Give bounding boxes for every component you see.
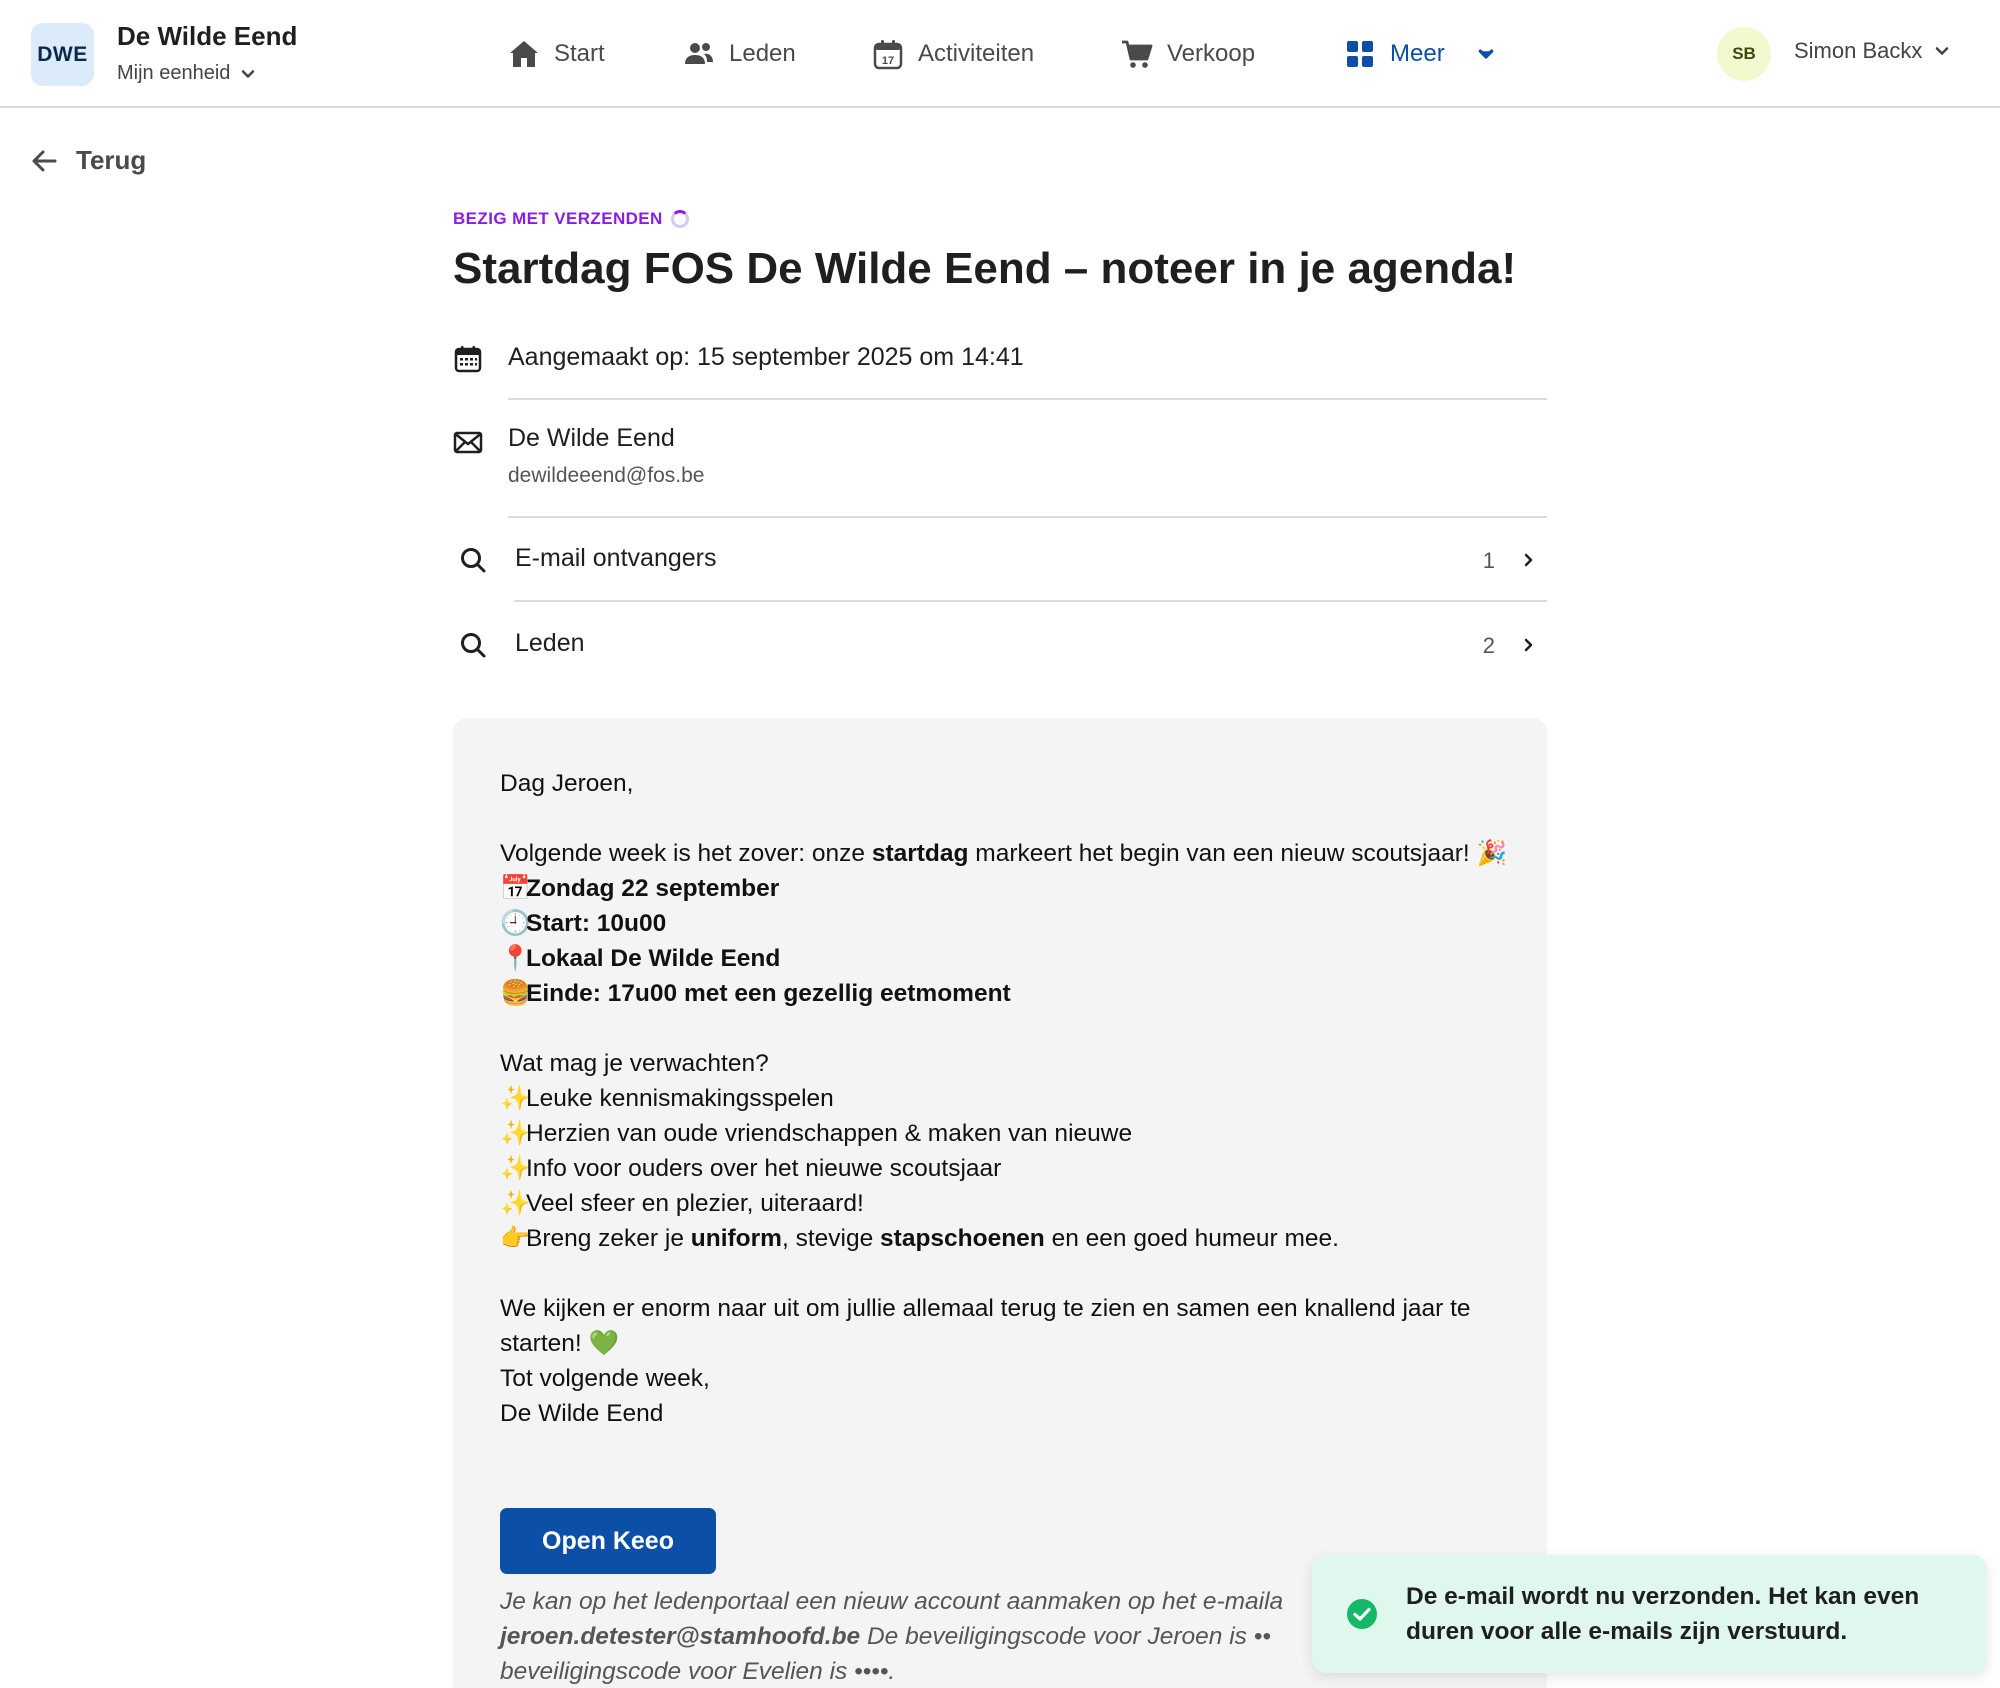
burger-emoji: 🍔	[500, 980, 531, 1007]
intro-paragraph: Volgende week is het zover: onze startda…	[500, 840, 1507, 867]
sparkles-emoji: ✨	[500, 1190, 531, 1217]
calendar-icon: 17	[873, 40, 903, 70]
sender-email: dewildeeend@fos.be	[508, 464, 705, 487]
members-label: Leden	[515, 629, 585, 657]
chevron-down-icon	[242, 69, 255, 78]
search-icon	[461, 633, 486, 658]
closing: Tot volgende week,	[500, 1365, 710, 1392]
top-navigation-bar: DWE De Wilde Eend Mijn eenheid Start Led…	[0, 0, 2000, 108]
unit-selector[interactable]: Mijn eenheid	[117, 62, 256, 85]
back-button[interactable]: Terug	[30, 145, 146, 176]
nav-leden-label: Leden	[729, 40, 796, 67]
calendar-emoji: 📅	[500, 875, 531, 902]
chevron-right-icon	[1524, 553, 1533, 567]
members-count: 2	[1482, 633, 1495, 658]
spinner-icon	[670, 210, 689, 228]
list-item: ✨Leuke kennismakingsspelen	[500, 1081, 1510, 1116]
svg-text:17: 17	[882, 55, 894, 67]
organization-name[interactable]: De Wilde Eend	[117, 21, 297, 52]
page-title: Startdag FOS De Wilde Eend – noteer in j…	[453, 244, 1517, 293]
clock-emoji: 🕘	[500, 910, 531, 937]
recipients-row-members[interactable]: Leden 2	[453, 617, 1547, 687]
user-name: Simon Backx	[1794, 38, 1923, 63]
greeting: Dag Jeroen,	[500, 770, 634, 797]
list-item: ✨Veel sfeer en plezier, uiteraard!	[500, 1186, 1510, 1221]
heart-emoji: 💚	[588, 1330, 620, 1357]
signature: De Wilde Eend	[500, 1400, 664, 1427]
outro-paragraph: We kijken er enorm naar uit om jullie al…	[500, 1295, 1471, 1357]
calendar-icon	[454, 346, 482, 373]
created-row: Aangemaakt op: 15 september 2025 om 14:4…	[453, 340, 1547, 400]
bring-line: 👉Breng zeker je uniform, stevige stapsch…	[500, 1221, 1510, 1256]
divider	[508, 398, 1547, 400]
nav-activiteiten-label: Activiteiten	[918, 40, 1035, 67]
pin-emoji: 📍	[500, 945, 531, 972]
nav-verkoop-label: Verkoop	[1167, 40, 1256, 67]
detail-line: 🍔Einde: 17u00 met een gezellig eetmoment	[500, 976, 1510, 1011]
nav-verkoop[interactable]: Verkoop	[1121, 30, 1255, 78]
chevron-down-icon	[1478, 49, 1493, 59]
list-item: ✨Herzien van oude vriendschappen & maken…	[500, 1116, 1510, 1151]
detail-line: 📍Lokaal De Wilde Eend	[500, 941, 1510, 976]
chevron-down-icon	[1936, 47, 1949, 55]
nav-start[interactable]: Start	[508, 30, 605, 78]
pointing-emoji: 👉	[500, 1225, 531, 1252]
envelope-icon	[453, 431, 483, 454]
sparkles-emoji: ✨	[500, 1085, 531, 1112]
grid-icon	[1347, 41, 1373, 67]
divider	[508, 516, 1547, 518]
user-menu[interactable]: Simon Backx	[1794, 38, 1950, 64]
recipients-label: E-mail ontvangers	[515, 544, 717, 572]
recipients-row-email[interactable]: E-mail ontvangers 1	[453, 532, 1547, 602]
status-badge: BEZIG MET VERZENDEN	[453, 209, 689, 229]
nav-meer-label: Meer	[1390, 40, 1445, 67]
arrow-left-icon	[32, 150, 57, 171]
home-icon	[510, 41, 538, 67]
back-label: Terug	[76, 145, 147, 175]
nav-start-label: Start	[554, 40, 605, 67]
organization-logo[interactable]: DWE	[31, 23, 94, 86]
sparkles-emoji: ✨	[500, 1120, 531, 1147]
toast-notification[interactable]: De e-mail wordt nu verzonden. Het kan ev…	[1312, 1555, 1987, 1673]
created-date: Aangemaakt op: 15 september 2025 om 14:4…	[508, 343, 1024, 371]
email-preview: Dag Jeroen, Volgende week is het zover: …	[453, 718, 1547, 1688]
detail-line: 📅Zondag 22 september	[500, 871, 1510, 906]
check-circle-icon	[1347, 1599, 1377, 1629]
nav-meer[interactable]: Meer	[1344, 30, 1495, 78]
unit-selector-label: Mijn eenheid	[117, 62, 231, 84]
cart-icon	[1122, 40, 1153, 68]
avatar[interactable]: SB	[1717, 27, 1771, 81]
list-item: ✨Info voor ouders over het nieuwe scouts…	[500, 1151, 1510, 1186]
sender-row: De Wilde Eend dewildeeend@fos.be	[453, 420, 1547, 510]
open-keeo-button[interactable]: Open Keeo	[500, 1508, 716, 1574]
users-icon	[685, 43, 713, 64]
email-body: Dag Jeroen, Volgende week is het zover: …	[500, 766, 1510, 1431]
status-label: BEZIG MET VERZENDEN	[453, 209, 663, 228]
chevron-right-icon	[1524, 638, 1533, 652]
party-emoji: 🎉	[1476, 840, 1507, 867]
sparkles-emoji: ✨	[500, 1155, 531, 1182]
expect-title: Wat mag je verwachten?	[500, 1050, 769, 1077]
divider	[514, 600, 1547, 602]
recipients-count: 1	[1482, 548, 1495, 573]
nav-activiteiten[interactable]: 17 Activiteiten	[872, 30, 1034, 78]
detail-line: 🕘Start: 10u00	[500, 906, 1510, 941]
member-email: jeroen.detester@stamhoofd.be	[500, 1623, 861, 1650]
sender-name: De Wilde Eend	[508, 424, 675, 452]
search-icon	[461, 548, 486, 573]
nav-leden[interactable]: Leden	[683, 30, 796, 78]
toast-message: De e-mail wordt nu verzonden. Het kan ev…	[1406, 1583, 1920, 1645]
